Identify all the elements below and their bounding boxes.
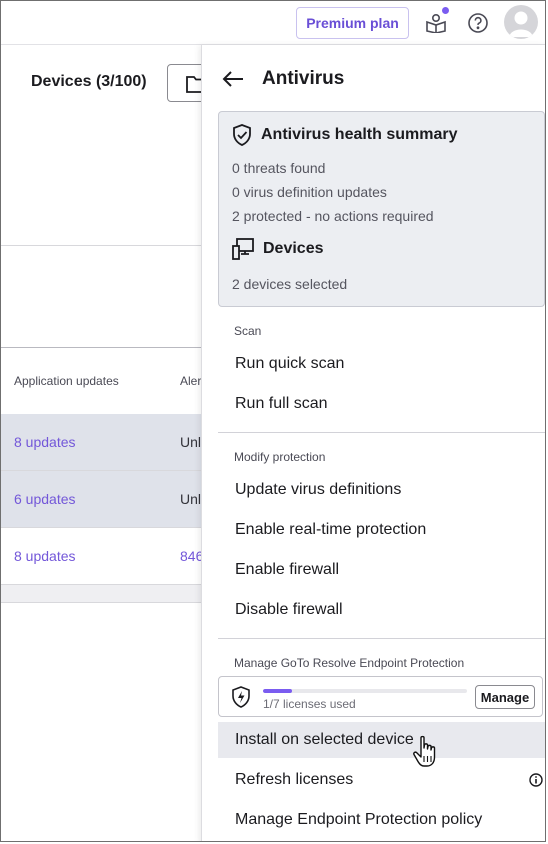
section-label-manage-endpoint-protection: Manage GoTo Resolve Endpoint Protection: [234, 656, 465, 670]
install-on-selected-device-item[interactable]: Install on selected device: [218, 722, 545, 758]
section-label-scan: Scan: [234, 324, 262, 338]
page-title: Devices (3/100): [31, 73, 147, 90]
manage-button[interactable]: Manage: [475, 685, 535, 709]
health-summary-card: Antivirus health summary 0 threats found…: [218, 111, 545, 307]
updates-link[interactable]: 6 updates: [14, 491, 76, 507]
column-header-application-updates[interactable]: Application updates: [14, 374, 119, 388]
drawer-title: Antivirus: [262, 68, 345, 89]
alerts-cell[interactable]: 846: [180, 548, 203, 564]
divider: [218, 638, 545, 639]
table-header-divider: [1, 347, 201, 348]
avatar[interactable]: [504, 5, 538, 39]
table-row[interactable]: 8 updates Unl: [1, 414, 201, 471]
table-footer: [1, 585, 201, 603]
column-header-alerts[interactable]: Aler: [180, 374, 201, 388]
premium-plan-button[interactable]: Premium plan: [296, 7, 409, 39]
threats-found-text: 0 threats found: [232, 160, 326, 176]
manage-endpoint-protection-policy-item[interactable]: Manage Endpoint Protection policy: [218, 802, 545, 838]
update-virus-definitions-item[interactable]: Update virus definitions: [218, 472, 545, 508]
drawer-header: Antivirus: [222, 67, 344, 91]
hand-pointer-cursor-icon: [413, 735, 436, 767]
antivirus-drawer: Antivirus Antivirus health summary 0 thr…: [201, 45, 545, 841]
devices-heading: Devices: [232, 238, 324, 260]
info-icon[interactable]: [529, 773, 543, 787]
alerts-cell: Unl: [180, 434, 202, 450]
app-window: Premium plan Devices (3/100) Application…: [0, 0, 546, 842]
devices-selected-text: 2 devices selected: [232, 276, 348, 292]
notification-dot: [440, 5, 451, 16]
divider: [218, 432, 545, 433]
refresh-licenses-item[interactable]: Refresh licenses: [218, 762, 545, 798]
enable-firewall-item[interactable]: Enable firewall: [218, 552, 545, 588]
disable-firewall-item[interactable]: Disable firewall: [218, 592, 545, 628]
summary-heading: Antivirus health summary: [232, 124, 458, 146]
updates-link[interactable]: 8 updates: [14, 548, 76, 564]
divider: [1, 245, 201, 246]
license-progress-bar: [263, 689, 467, 693]
table-row[interactable]: 8 updates 846: [1, 528, 203, 585]
devices-icon: [232, 238, 254, 260]
license-usage-box: 1/7 licenses used Manage: [218, 676, 543, 717]
shield-check-icon: [233, 124, 251, 146]
top-bar: Premium plan: [1, 1, 545, 45]
license-usage-text: 1/7 licenses used: [263, 697, 356, 711]
table-row[interactable]: 6 updates Unl: [1, 471, 201, 528]
alerts-cell: Unl: [180, 491, 202, 507]
run-quick-scan-item[interactable]: Run quick scan: [218, 346, 545, 382]
license-progress-fill: [263, 689, 293, 693]
enable-realtime-protection-item[interactable]: Enable real-time protection: [218, 512, 545, 548]
section-label-modify-protection: Modify protection: [234, 450, 326, 464]
back-arrow-icon[interactable]: [222, 67, 246, 91]
run-full-scan-item[interactable]: Run full scan: [218, 386, 545, 422]
updates-link[interactable]: 8 updates: [14, 434, 76, 450]
definition-updates-text: 0 virus definition updates: [232, 184, 387, 200]
shield-lightning-icon: [232, 686, 250, 708]
help-icon[interactable]: [466, 11, 490, 35]
protected-status-text: 2 protected - no actions required: [232, 208, 434, 224]
